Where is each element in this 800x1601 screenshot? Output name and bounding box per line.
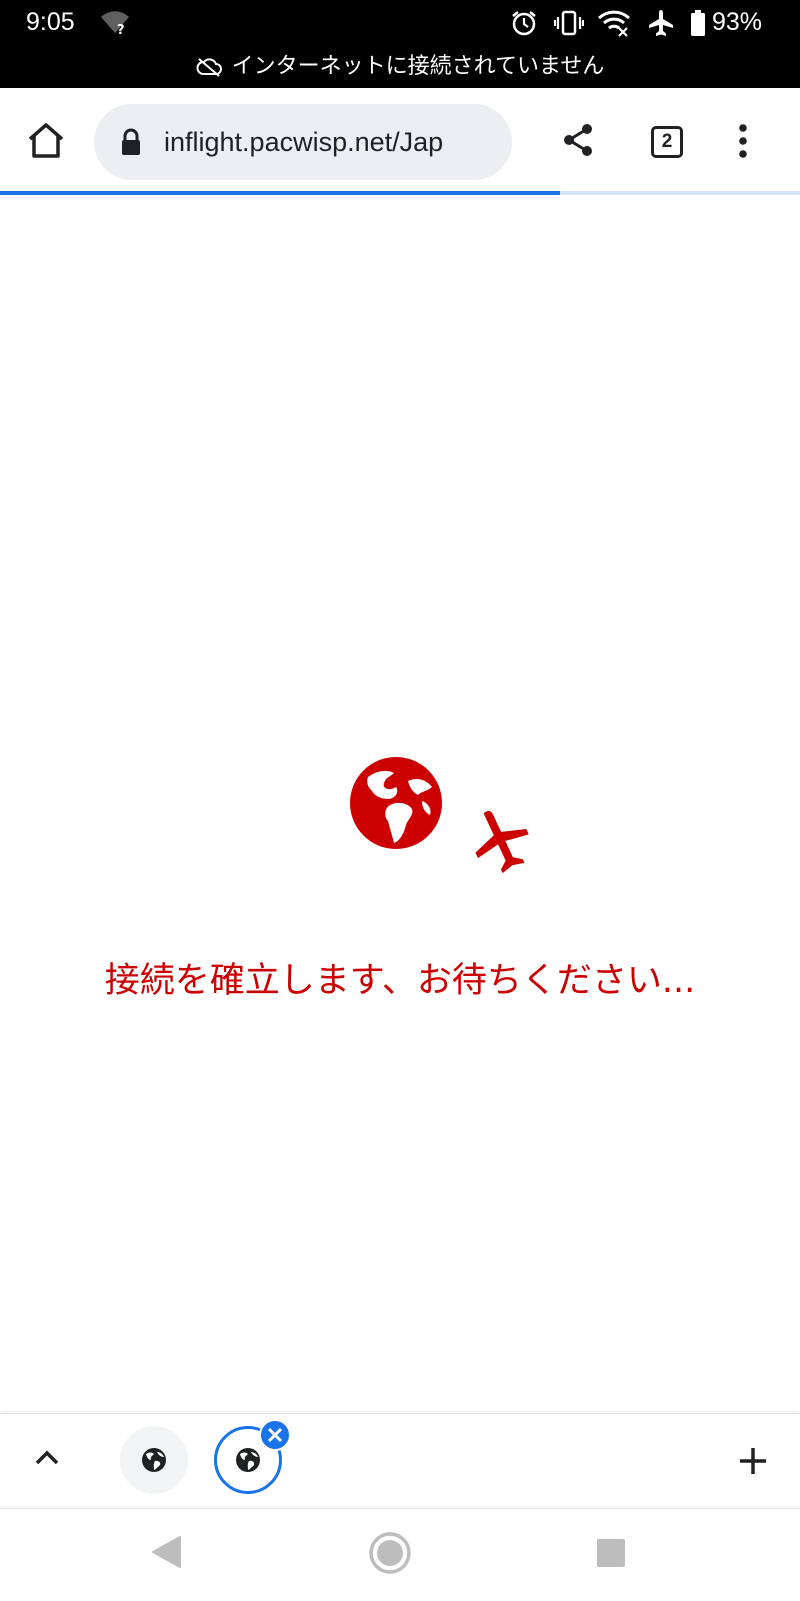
home-circle-icon — [369, 1532, 411, 1574]
more-menu-icon — [739, 124, 747, 158]
share-icon — [564, 124, 592, 156]
status-time: 9:05 — [26, 8, 75, 36]
url-text: inflight.pacwisp.net/Jap — [164, 127, 444, 157]
tab-strip — [0, 1413, 800, 1508]
alarm-icon — [510, 9, 538, 41]
globe-icon — [350, 757, 442, 849]
share-button[interactable] — [560, 122, 596, 162]
back-button[interactable] — [150, 1535, 182, 1573]
more-menu-button[interactable] — [736, 124, 750, 162]
home-button[interactable] — [26, 121, 66, 163]
tab-switcher-button[interactable]: 2 — [651, 126, 683, 158]
airplane-icon — [475, 810, 529, 874]
svg-text:?: ? — [117, 23, 125, 37]
offline-message: インターネットに接続されていません — [231, 54, 605, 79]
close-tab-button[interactable] — [259, 1419, 291, 1451]
wifi-x-icon — [597, 9, 633, 41]
inflight-logo — [350, 757, 540, 881]
connecting-message: 接続を確立します、お待ちください... — [104, 961, 696, 1001]
chevron-up-icon — [35, 1450, 59, 1465]
tab-1[interactable] — [120, 1426, 188, 1494]
back-triangle-icon — [152, 1536, 181, 1568]
recents-button[interactable] — [596, 1538, 626, 1572]
new-tab-button[interactable] — [738, 1446, 768, 1480]
url-bar[interactable]: inflight.pacwisp.net/Jap — [94, 104, 512, 180]
status-bar: 9:05 ? 93% インターネットに接続されていません — [0, 0, 800, 88]
home-nav-button[interactable] — [368, 1531, 412, 1579]
status-row: 9:05 ? 93% — [0, 0, 800, 46]
airplane-mode-icon — [648, 9, 674, 41]
vibrate-icon — [553, 9, 585, 41]
page-content: 接続を確立します、お待ちください... — [0, 195, 800, 1413]
cloud-off-icon — [196, 58, 222, 77]
new-tab-plus-icon — [740, 1448, 766, 1474]
close-tab-icon — [267, 1427, 283, 1443]
lock-icon — [120, 128, 142, 160]
wifi-unknown-icon: ? — [100, 9, 130, 41]
recents-square-icon — [597, 1539, 625, 1567]
globe-favicon-icon — [236, 1448, 260, 1472]
expand-tabs-button[interactable] — [34, 1448, 60, 1470]
battery-percentage: 93% — [712, 8, 763, 36]
battery-icon — [690, 9, 706, 41]
home-icon — [28, 123, 64, 158]
globe-favicon-icon — [142, 1448, 166, 1472]
system-nav-bar — [0, 1508, 800, 1601]
offline-banner: インターネットに接続されていません — [0, 50, 800, 84]
browser-toolbar: inflight.pacwisp.net/Jap 2 — [0, 88, 800, 192]
